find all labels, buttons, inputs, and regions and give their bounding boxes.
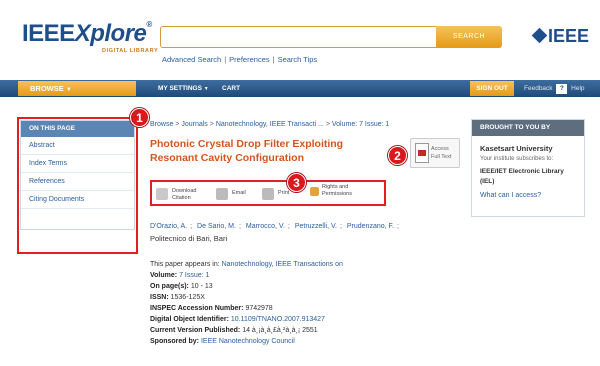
section-link-references[interactable]: References <box>21 173 134 191</box>
institution-name: Kasetsart University <box>480 144 553 153</box>
subscribes-text: Your institute subscribes to: <box>480 156 554 162</box>
article-metadata: This paper appears in: Nanotechnology, I… <box>150 261 343 345</box>
current-version-date: 14 à¸¡à¸à¸£à¸²à¸à¸¡ 2551 <box>242 327 318 334</box>
breadcrumb-volume[interactable]: Volume: 7 Issue: 1 <box>332 121 390 128</box>
section-link-index-terms[interactable]: Index Terms <box>21 155 134 173</box>
pages-value: 10 - 13 <box>190 283 213 290</box>
doi-link[interactable]: 10.1109/TNANO.2007.913427 <box>231 316 325 323</box>
logo-registered-mark: ® <box>146 20 152 29</box>
help-link[interactable]: Help <box>571 85 584 92</box>
download-icon <box>156 188 168 200</box>
my-settings-caret-icon: ▼ <box>203 86 209 92</box>
section-link-abstract[interactable]: Abstract <box>21 137 134 155</box>
site-header: IEEEXplore® DIGITAL LIBRARY SEARCH Advan… <box>0 0 600 78</box>
section-link-citing-documents[interactable]: Citing Documents <box>21 191 134 209</box>
logo-xplore: Xplore <box>74 20 147 47</box>
sign-out-button[interactable]: SIGN OUT <box>470 81 514 96</box>
browse-menu-button[interactable]: BROWSE ▼ <box>18 81 136 96</box>
brought-to-you-panel: BROUGHT TO YOU BY Kasetsart University Y… <box>471 119 585 217</box>
callout-badge-3: 3 <box>287 173 306 192</box>
issue-link[interactable]: Issue: 1 <box>185 272 210 279</box>
email-icon <box>216 188 228 200</box>
feedback-help: Feedback ? Help <box>524 80 585 97</box>
advanced-search-link[interactable]: Advanced Search <box>162 55 221 64</box>
help-icon[interactable]: ? <box>556 84 568 94</box>
search-input[interactable] <box>160 26 440 48</box>
author-link[interactable]: De Sario, M. <box>197 223 236 230</box>
feedback-link[interactable]: Feedback <box>524 85 553 92</box>
author-link[interactable]: Petruzzelli, V. <box>295 223 337 230</box>
download-citation-button[interactable]: Download Citation <box>156 186 208 202</box>
author-link[interactable]: Marrocco, V. <box>246 223 285 230</box>
author-list: D'Orazio, A.; De Sario, M.; Marrocco, V.… <box>150 223 399 230</box>
pdf-icon <box>415 143 429 163</box>
breadcrumb-browse[interactable]: Browse <box>150 121 173 128</box>
breadcrumb-journals[interactable]: Journals <box>181 121 207 128</box>
ieee-diamond-icon <box>531 27 548 44</box>
search-tips-link[interactable]: Search Tips <box>278 55 318 64</box>
preferences-link[interactable]: Preferences <box>229 55 269 64</box>
issn-value: 1536-125X <box>170 294 205 301</box>
callout-badge-2: 2 <box>388 146 407 165</box>
ieee-xplore-logo[interactable]: IEEEXplore® DIGITAL LIBRARY <box>22 20 158 54</box>
logo-ieee: IEEE <box>22 20 75 47</box>
author-affiliation: Politecnico di Bari, Bari <box>150 234 228 243</box>
access-full-text-button[interactable]: Access Full Text <box>410 138 460 168</box>
ieee-logo[interactable]: IEEE <box>531 26 589 47</box>
breadcrumb-journal[interactable]: Nanotechnology, IEEE Transacti ... <box>216 121 324 128</box>
on-this-page-panel: ON THIS PAGE Abstract Index Terms Refere… <box>20 120 135 230</box>
volume-link[interactable]: 7 <box>179 272 183 279</box>
sponsor-link[interactable]: IEEE Nanotechnology Council <box>201 338 295 345</box>
breadcrumb: Browse > Journals > Nanotechnology, IEEE… <box>150 121 390 128</box>
brought-to-you-heading: BROUGHT TO YOU BY <box>472 120 584 136</box>
library-name: IEEE/IET Electronic Library <box>480 168 564 175</box>
my-settings-menu[interactable]: MY SETTINGS ▼ <box>158 80 209 97</box>
callout-badge-1: 1 <box>130 108 149 127</box>
search-links: Advanced Search | Preferences | Search Tips <box>162 55 318 64</box>
rights-icon <box>310 187 319 196</box>
author-link[interactable]: Prudenzano, F. <box>347 223 394 230</box>
on-this-page-heading: ON THIS PAGE <box>21 121 134 137</box>
article-title: Photonic Crystal Drop Filter Exploiting … <box>150 138 344 164</box>
what-can-i-access-link[interactable]: What can I access? <box>480 191 576 201</box>
print-icon <box>262 188 274 200</box>
cart-link[interactable]: CART <box>222 80 240 97</box>
email-button[interactable]: Email <box>216 186 256 202</box>
inspec-value: 9742978 <box>245 305 273 312</box>
logo-subtitle: DIGITAL LIBRARY <box>102 48 159 54</box>
library-abbr: (IEL) <box>480 178 495 185</box>
author-link[interactable]: D'Orazio, A. <box>150 223 187 230</box>
journal-link[interactable]: Nanotechnology, IEEE Transactions on <box>222 261 343 268</box>
search-button[interactable]: SEARCH <box>436 26 502 48</box>
browse-caret-icon: ▼ <box>65 87 72 93</box>
